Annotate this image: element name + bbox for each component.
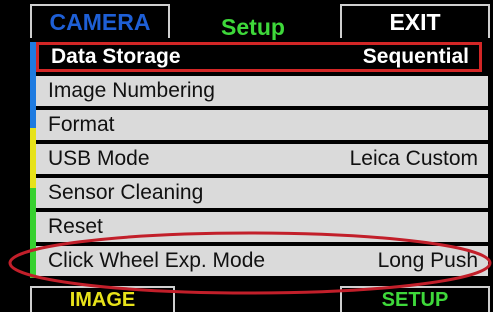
tab-camera[interactable]: CAMERA [30,4,170,38]
menu-item-label: Data Storage [51,45,181,68]
menu-item-usb-mode[interactable]: USB Mode Leica Custom [36,144,488,174]
menu-item-label: Format [48,113,115,136]
menu-item-value: Long Push [377,249,478,272]
menu-item-image-numbering[interactable]: Image Numbering [36,76,488,106]
menu-item-value: Leica Custom [349,147,478,170]
menu-item-label: Image Numbering [48,79,215,102]
menu-item-click-wheel-exp-mode[interactable]: Click Wheel Exp. Mode Long Push [36,246,488,276]
bottom-tab-setup[interactable]: SETUP [340,286,490,312]
tab-exit[interactable]: EXIT [340,4,490,38]
setup-menu-list: Data Storage Sequential Image Numbering … [30,42,488,282]
menu-item-label: USB Mode [48,147,150,170]
bottom-tab-image[interactable]: IMAGE [30,286,175,312]
tab-setup[interactable]: Setup [173,10,333,44]
menu-item-format[interactable]: Format [36,110,488,140]
menu-item-label: Click Wheel Exp. Mode [48,249,266,272]
menu-item-value: Sequential [362,45,469,68]
menu-item-sensor-cleaning[interactable]: Sensor Cleaning [36,178,488,208]
menu-item-data-storage[interactable]: Data Storage Sequential [36,42,482,72]
menu-item-label: Sensor Cleaning [48,181,204,204]
menu-item-reset[interactable]: Reset [36,212,488,242]
camera-menu-screen: CAMERA Setup EXIT Data Storage Sequentia… [0,0,493,312]
menu-item-label: Reset [48,215,103,238]
